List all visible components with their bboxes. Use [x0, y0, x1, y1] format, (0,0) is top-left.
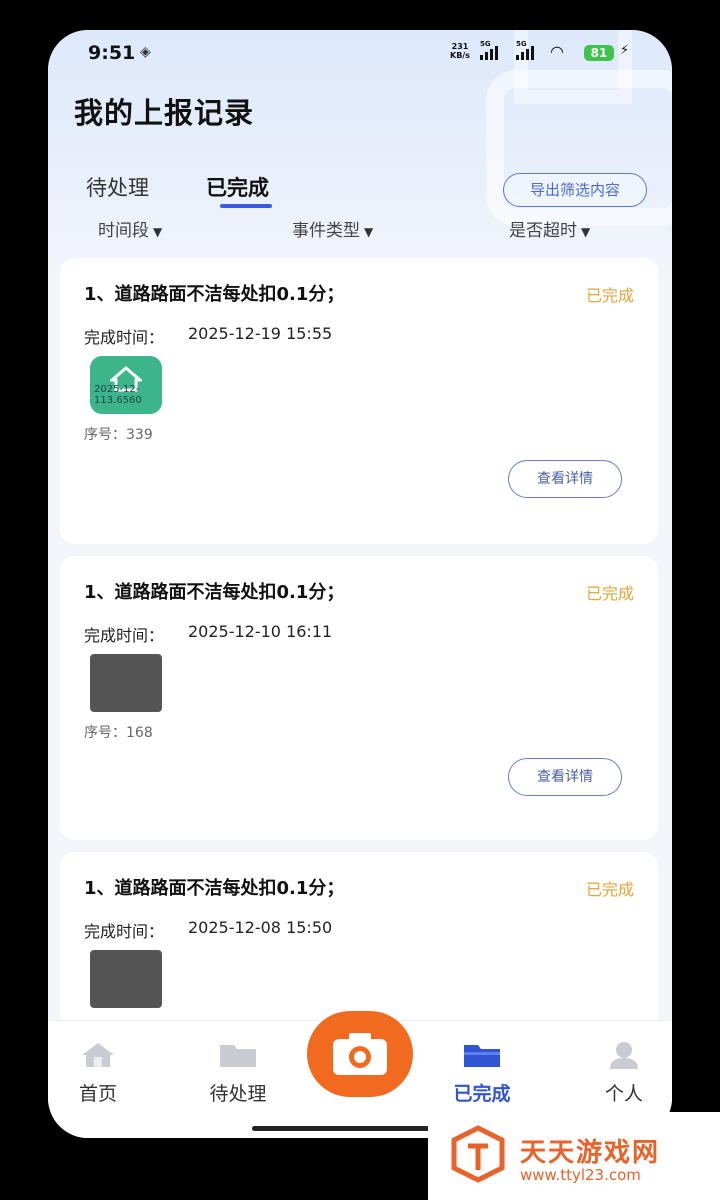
tab-label: 待处理: [209, 1083, 267, 1105]
dropdown-arrow-icon: ▼: [153, 225, 163, 239]
export-filtered-button[interactable]: 导出筛选内容: [503, 173, 647, 207]
completion-time-label: 完成时间：: [84, 626, 165, 645]
tab-label: 首页: [78, 1083, 117, 1105]
folder-icon: [464, 1045, 500, 1067]
photo-thumbnail[interactable]: [90, 654, 162, 712]
filter-label: 是否超时: [509, 221, 577, 241]
user-icon: [610, 1042, 638, 1069]
site-url: www.ttyl23.com: [520, 1166, 641, 1184]
serial-number: 序号：339: [84, 427, 153, 443]
tab-label: 已完成: [453, 1083, 511, 1105]
status-time: 9:51: [88, 42, 136, 64]
nfc-icon: ◈: [140, 44, 151, 60]
site-logo: [451, 1125, 505, 1183]
tab-completed-bottom[interactable]: 已完成: [432, 1041, 532, 1106]
tab-home[interactable]: 首页: [48, 1041, 148, 1106]
site-watermark: 天天游戏网 www.ttyl23.com: [428, 1112, 720, 1200]
dropdown-arrow-icon: ▼: [364, 225, 374, 239]
dropdown-arrow-icon: ▼: [581, 225, 591, 239]
site-name: 天天游戏网: [520, 1138, 661, 1168]
status-badge: 已完成: [585, 584, 634, 603]
tab-label: 个人: [604, 1083, 643, 1105]
tab-pending-bottom[interactable]: 待处理: [188, 1041, 288, 1106]
completion-time: 2025-12-19 15:55: [188, 324, 333, 343]
status-badge: 已完成: [585, 286, 634, 305]
battery-icon: 81: [584, 45, 614, 61]
completion-time-label: 完成时间：: [84, 922, 165, 941]
view-details-button[interactable]: 查看详情: [508, 758, 622, 796]
charging-icon: ⚡: [620, 43, 630, 58]
completion-time: 2025-12-08 15:50: [188, 918, 333, 937]
filter-label: 时间段: [98, 221, 149, 241]
signal-icon: 5G: [480, 40, 498, 60]
completion-time-label: 完成时间：: [84, 328, 165, 347]
record-title: 1、道路路面不洁每处扣0.1分；: [84, 878, 345, 899]
photo-watermark-text: 2025-12- 113.6560: [94, 384, 142, 406]
photo-thumbnail[interactable]: [90, 950, 162, 1008]
filter-overtime[interactable]: 是否超时 ▼: [509, 216, 590, 241]
home-indicator: [252, 1126, 442, 1131]
record-card[interactable]: 1、道路路面不洁每处扣0.1分； 已完成 完成时间： 2025-12-10 16…: [60, 556, 658, 840]
status-bar: 9:51 ◈ 231 KB/s 5G 5G ◠ 81 ⚡: [48, 30, 672, 74]
phone-screen: 9:51 ◈ 231 KB/s 5G 5G ◠ 81 ⚡ 我的上报记录 待处理 …: [48, 30, 672, 1138]
page-title: 我的上报记录: [74, 96, 255, 130]
camera-report-button[interactable]: [307, 1011, 413, 1097]
tab-profile[interactable]: 个人: [574, 1041, 672, 1106]
record-card[interactable]: 1、道路路面不洁每处扣0.1分； 已完成 完成时间： 2025-12-19 15…: [60, 258, 658, 544]
tab-active-indicator: [220, 204, 272, 208]
wifi-icon: ◠: [550, 42, 564, 61]
record-title: 1、道路路面不洁每处扣0.1分；: [84, 582, 345, 603]
filter-time-period[interactable]: 时间段 ▼: [98, 216, 162, 241]
camera-icon: [333, 1033, 387, 1075]
photo-thumbnail[interactable]: 2025-12- 113.6560: [90, 356, 162, 414]
filter-event-type[interactable]: 事件类型 ▼: [292, 216, 373, 241]
view-details-button[interactable]: 查看详情: [508, 460, 622, 498]
network-speed: 231 KB/s: [450, 42, 470, 60]
folder-icon: [220, 1045, 256, 1067]
serial-number: 序号：168: [84, 725, 153, 741]
filter-label: 事件类型: [292, 221, 360, 241]
status-badge: 已完成: [585, 880, 634, 899]
completion-time: 2025-12-10 16:11: [188, 622, 333, 641]
home-icon: [82, 1043, 114, 1067]
tab-completed[interactable]: 已完成: [206, 172, 269, 202]
record-title: 1、道路路面不洁每处扣0.1分；: [84, 284, 345, 305]
signal-icon: 5G: [516, 40, 534, 60]
tab-pending[interactable]: 待处理: [86, 172, 149, 202]
